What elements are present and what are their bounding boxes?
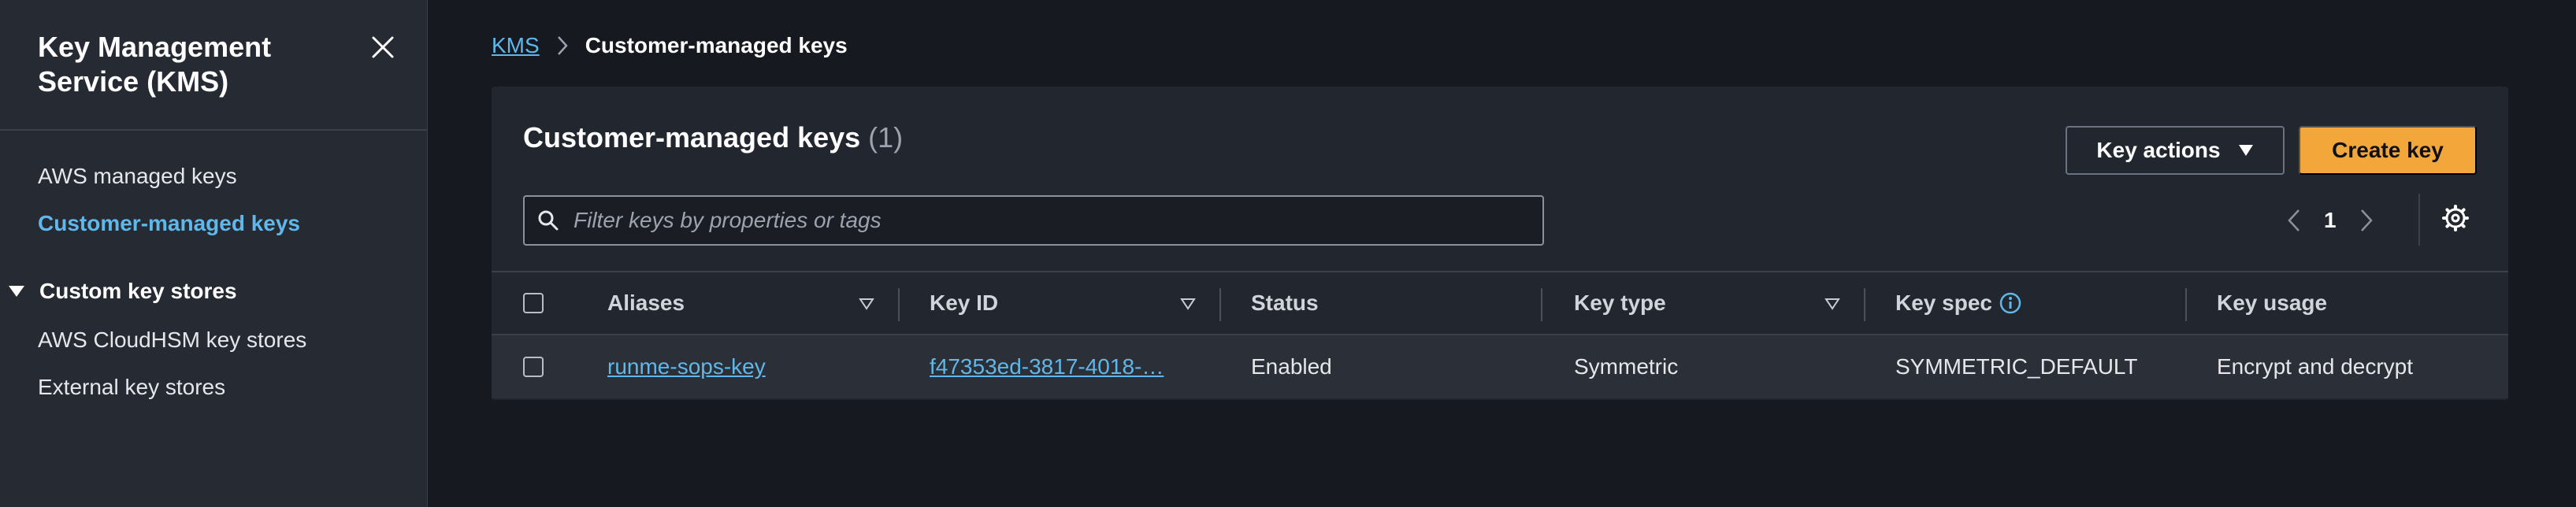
divider <box>2418 194 2420 246</box>
keys-panel: Customer-managed keys (1) Key actions Cr… <box>492 87 2508 400</box>
column-divider[interactable] <box>1541 288 1542 321</box>
key-actions-label: Key actions <box>2096 138 2221 162</box>
caret-down-icon <box>9 286 24 297</box>
key-count: (1) <box>868 121 904 154</box>
column-header-key-type[interactable]: Key type <box>1574 272 1666 334</box>
sidebar-item-customer-managed-keys[interactable]: Customer-managed keys <box>38 211 300 236</box>
search-field[interactable] <box>523 195 1544 246</box>
column-divider[interactable] <box>1864 288 1865 321</box>
keys-table: Aliases Key ID Status Key type Key spec … <box>492 271 2508 398</box>
status-cell: Enabled <box>1251 354 1332 379</box>
search-icon <box>538 210 559 231</box>
column-header-key-id[interactable]: Key ID <box>930 272 998 334</box>
pagination: 1 <box>2288 197 2373 244</box>
page-number[interactable]: 1 <box>2324 208 2337 233</box>
breadcrumb-current: Customer-managed keys <box>585 33 848 57</box>
key-usage-cell: Encrypt and decrypt <box>2217 354 2414 379</box>
info-icon[interactable] <box>1999 291 2022 315</box>
alias-link[interactable]: runme-sops-key <box>607 335 766 398</box>
settings-gear-icon[interactable] <box>2442 205 2469 235</box>
sidebar-title: Key Management Service (KMS) <box>38 31 272 98</box>
sort-icon[interactable] <box>1824 298 1840 310</box>
sort-icon[interactable] <box>859 298 874 310</box>
chevron-right-icon[interactable] <box>2360 209 2373 232</box>
column-header-status[interactable]: Status <box>1251 272 1319 334</box>
caret-down-icon <box>2238 145 2253 156</box>
search-input[interactable] <box>573 208 1519 233</box>
row-select-cell <box>523 335 544 398</box>
sidebar-item-cloudhsm-key-stores[interactable]: AWS CloudHSM key stores <box>38 328 306 353</box>
column-divider[interactable] <box>1219 288 1221 321</box>
table-header: Aliases Key ID Status Key type Key spec … <box>492 271 2508 335</box>
chevron-right-icon <box>557 36 568 55</box>
column-divider[interactable] <box>2185 288 2187 321</box>
page-title: Customer-managed keys (1) <box>523 121 903 154</box>
panel-title-text: Customer-managed keys <box>523 121 861 154</box>
breadcrumb: KMS Customer-managed keys <box>492 31 848 60</box>
select-all-cell <box>523 272 544 334</box>
table-row[interactable]: runme-sops-key f47353ed-3817-4018-… Enab… <box>492 335 2508 398</box>
select-all-checkbox[interactable] <box>523 293 544 313</box>
close-icon[interactable] <box>364 28 402 66</box>
breadcrumb-kms-link[interactable]: KMS <box>492 33 540 58</box>
sidebar-header: Key Management Service (KMS) <box>0 0 428 131</box>
key-id-link[interactable]: f47353ed-3817-4018-… <box>930 335 1164 398</box>
key-spec-label: Key spec <box>1895 291 1992 315</box>
sidebar-item-aws-managed-keys[interactable]: AWS managed keys <box>38 164 237 189</box>
create-key-button[interactable]: Create key <box>2299 126 2477 175</box>
key-spec-cell: SYMMETRIC_DEFAULT <box>1895 354 2138 379</box>
sort-icon[interactable] <box>1180 298 1196 310</box>
row-checkbox[interactable] <box>523 357 544 377</box>
sidebar-section-label: Custom key stores <box>39 279 237 303</box>
column-header-key-usage[interactable]: Key usage <box>2217 272 2327 334</box>
key-actions-button[interactable]: Key actions <box>2066 126 2285 175</box>
column-header-aliases[interactable]: Aliases <box>607 272 685 334</box>
sidebar: Key Management Service (KMS) AWS managed… <box>0 0 428 507</box>
sidebar-section-custom-key-stores[interactable]: Custom key stores <box>8 279 237 304</box>
chevron-left-icon[interactable] <box>2288 209 2300 232</box>
column-header-key-spec[interactable]: Key spec <box>1895 272 2022 334</box>
sidebar-item-external-key-stores[interactable]: External key stores <box>38 375 225 400</box>
key-type-cell: Symmetric <box>1574 354 1679 379</box>
column-divider[interactable] <box>898 288 900 321</box>
